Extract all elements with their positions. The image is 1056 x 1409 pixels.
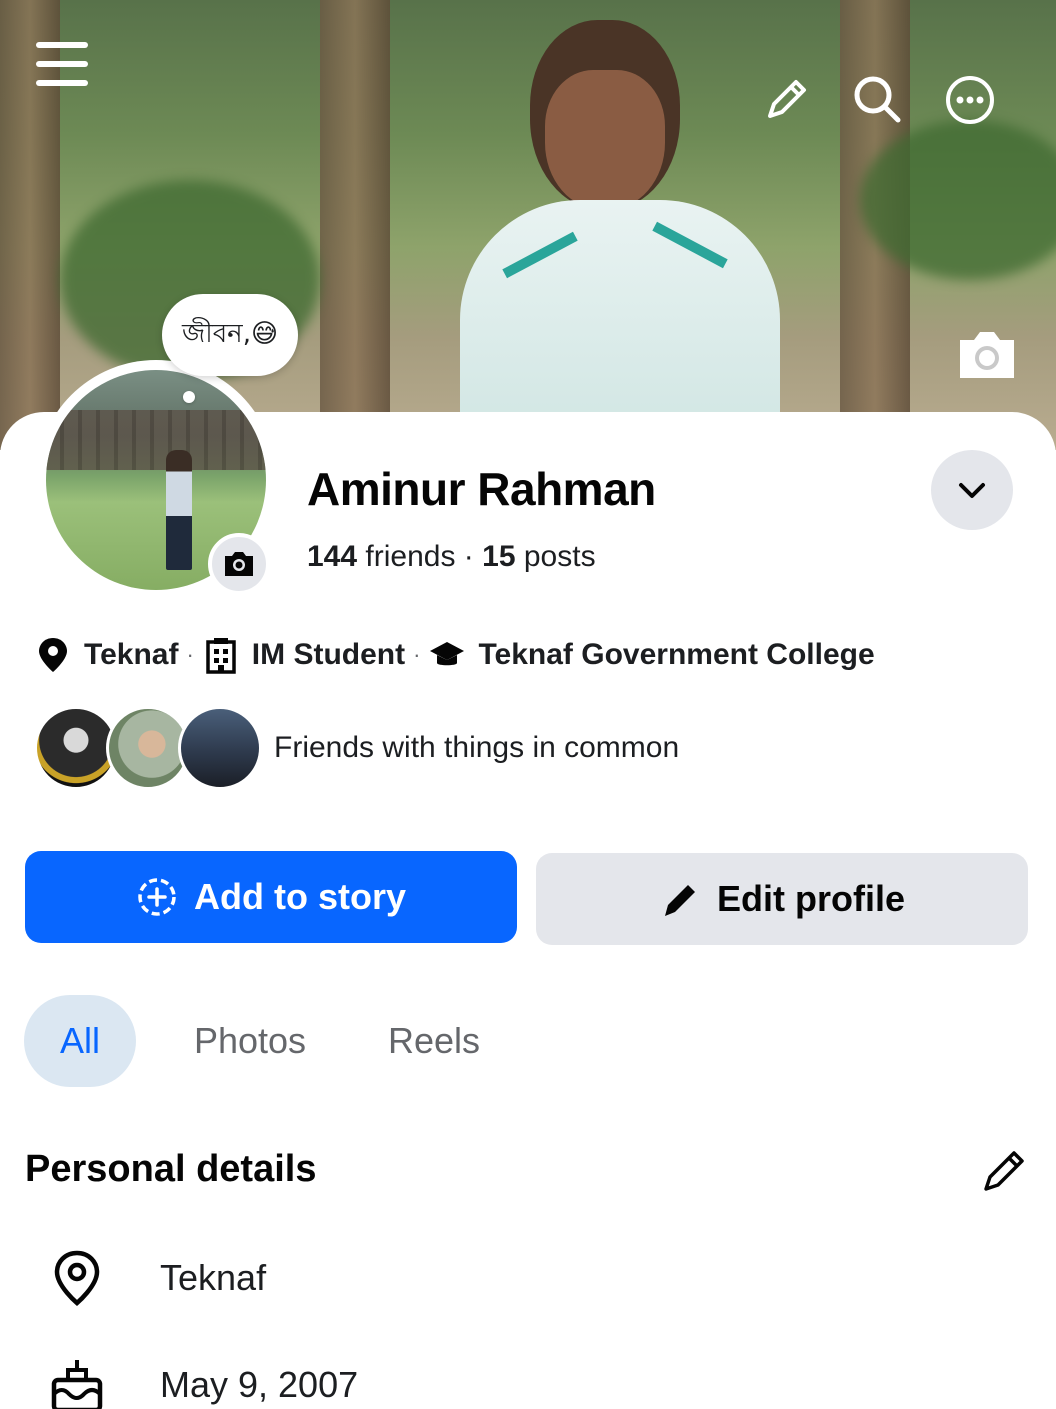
pencil-icon[interactable] bbox=[762, 76, 810, 124]
detail-birthday-text: May 9, 2007 bbox=[160, 1364, 359, 1405]
mutual-friends-text: Friends with things in common bbox=[274, 731, 680, 764]
detail-location: Teknaf bbox=[48, 1248, 266, 1308]
intro-education: Teknaf Government College bbox=[478, 638, 875, 671]
profile-name: Aminur Rahman bbox=[307, 463, 656, 515]
pencil-icon bbox=[659, 878, 701, 920]
location-pin-icon bbox=[48, 1249, 106, 1307]
intro-work: IM Student bbox=[251, 638, 406, 671]
profile-dropdown-button[interactable] bbox=[931, 450, 1013, 530]
posts-label: posts bbox=[523, 540, 596, 573]
tab-all[interactable]: All bbox=[24, 995, 136, 1087]
add-to-story-button[interactable]: Add to story bbox=[25, 851, 517, 943]
tree-trunk bbox=[320, 0, 390, 450]
location-pin-icon bbox=[34, 636, 72, 674]
edit-profile-button[interactable]: Edit profile bbox=[536, 853, 1028, 945]
mutual-friends-row[interactable]: Friends with things in common bbox=[34, 706, 679, 790]
intro-separator: · bbox=[413, 642, 421, 667]
cover-person-face bbox=[545, 70, 665, 210]
graduation-cap-icon bbox=[428, 636, 466, 674]
edit-details-pencil-icon[interactable] bbox=[978, 1145, 1030, 1197]
more-options-icon[interactable] bbox=[944, 74, 996, 126]
avatar-fence bbox=[46, 410, 266, 470]
stats-separator: · bbox=[463, 540, 474, 573]
tab-reels[interactable]: Reels bbox=[370, 995, 498, 1087]
add-to-story-label: Add to story bbox=[194, 876, 406, 917]
detail-location-text: Teknaf bbox=[160, 1257, 267, 1298]
search-icon[interactable] bbox=[852, 74, 902, 124]
edit-profile-label: Edit profile bbox=[717, 878, 905, 919]
profile-stats: 144 friends · 15 posts bbox=[307, 540, 596, 574]
friends-label[interactable]: friends bbox=[365, 540, 455, 573]
chevron-down-icon bbox=[959, 483, 985, 498]
avatar-figure bbox=[166, 450, 192, 570]
posts-count: 15 bbox=[482, 540, 516, 573]
intro-row: Teknaf · IM Student · Teknaf Government … bbox=[34, 630, 875, 680]
intro-separator: · bbox=[186, 642, 194, 667]
tab-photos[interactable]: Photos bbox=[170, 995, 330, 1087]
avatar-camera-button[interactable] bbox=[208, 533, 270, 595]
camera-icon bbox=[225, 552, 253, 576]
intro-location: Teknaf bbox=[84, 638, 179, 671]
menu-icon[interactable] bbox=[36, 40, 88, 88]
personal-details-title: Personal details bbox=[25, 1148, 317, 1190]
cover-camera-icon[interactable] bbox=[956, 328, 1018, 382]
friend-avatar[interactable] bbox=[178, 706, 262, 790]
add-story-icon bbox=[136, 876, 178, 918]
birthday-cake-icon bbox=[48, 1356, 106, 1409]
friends-count[interactable]: 144 bbox=[307, 540, 357, 573]
building-icon bbox=[202, 636, 240, 674]
note-text: জীবন,😅 bbox=[182, 319, 279, 349]
note-bubble-tail bbox=[183, 391, 195, 403]
detail-birthday: May 9, 2007 bbox=[48, 1355, 358, 1409]
note-bubble[interactable]: জীবন,😅 bbox=[162, 294, 299, 376]
